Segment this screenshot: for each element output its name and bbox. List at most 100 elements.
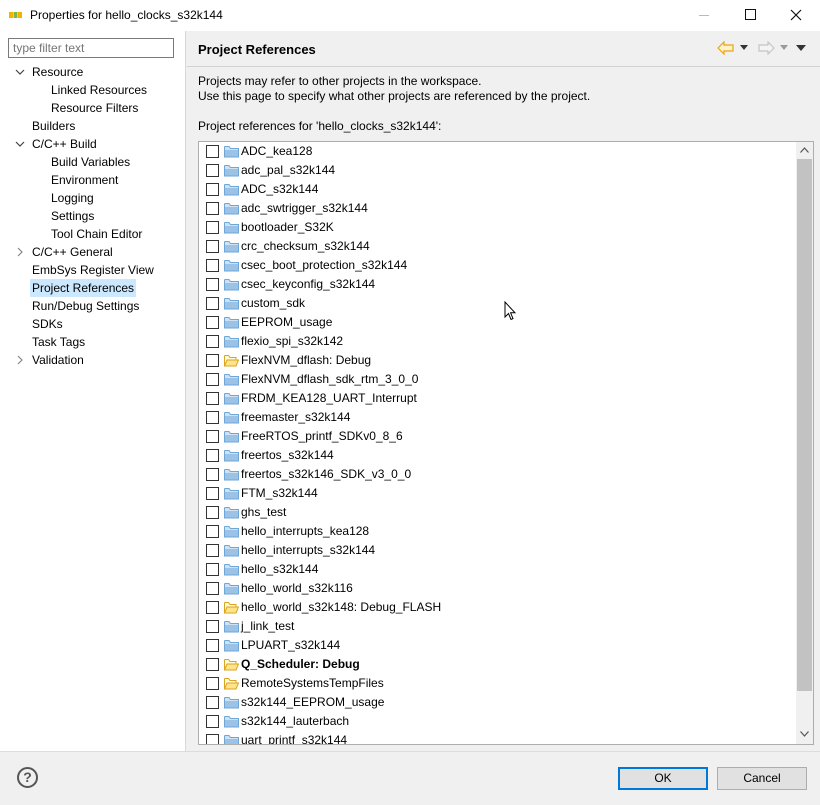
ok-button[interactable]: OK <box>618 767 708 790</box>
chevron-down-icon[interactable] <box>740 45 748 51</box>
list-item[interactable]: RemoteSystemsTempFiles <box>199 674 797 693</box>
list-item[interactable]: hello_interrupts_kea128 <box>199 522 797 541</box>
scroll-down-icon[interactable] <box>800 731 809 737</box>
scrollbar-thumb[interactable] <box>797 159 812 691</box>
list-item[interactable]: LPUART_s32k144 <box>199 636 797 655</box>
list-item[interactable]: FRDM_KEA128_UART_Interrupt <box>199 389 797 408</box>
help-icon[interactable]: ? <box>17 767 38 788</box>
project-checkbox[interactable] <box>206 715 219 728</box>
project-checkbox[interactable] <box>206 582 219 595</box>
project-checkbox[interactable] <box>206 164 219 177</box>
list-item[interactable]: crc_checksum_s32k144 <box>199 237 797 256</box>
sidebar-item-task-tags[interactable]: Task Tags <box>32 333 85 351</box>
project-checkbox[interactable] <box>206 487 219 500</box>
sidebar-item-logging[interactable]: Logging <box>51 189 94 207</box>
back-arrow-icon[interactable] <box>717 41 735 55</box>
list-item[interactable]: freertos_s32k144 <box>199 446 797 465</box>
sidebar-item-linked-resources[interactable]: Linked Resources <box>51 81 147 99</box>
project-checkbox[interactable] <box>206 392 219 405</box>
project-checkbox[interactable] <box>206 278 219 291</box>
list-item[interactable]: j_link_test <box>199 617 797 636</box>
list-item[interactable]: EEPROM_usage <box>199 313 797 332</box>
list-item[interactable]: FlexNVM_dflash_sdk_rtm_3_0_0 <box>199 370 797 389</box>
project-checkbox[interactable] <box>206 544 219 557</box>
list-item[interactable]: bootloader_S32K <box>199 218 797 237</box>
scroll-up-icon[interactable] <box>800 147 809 153</box>
close-button[interactable] <box>773 0 819 31</box>
chevron-down-icon[interactable] <box>15 67 25 77</box>
project-checkbox[interactable] <box>206 240 219 253</box>
project-checkbox[interactable] <box>206 335 219 348</box>
list-item[interactable]: FreeRTOS_printf_SDKv0_8_6 <box>199 427 797 446</box>
list-item[interactable]: uart_printf_s32k144 <box>199 731 797 744</box>
view-menu-icon[interactable] <box>796 45 806 52</box>
sidebar-item-tool-chain-editor[interactable]: Tool Chain Editor <box>51 225 142 243</box>
project-checkbox[interactable] <box>206 468 219 481</box>
list-item[interactable]: hello_interrupts_s32k144 <box>199 541 797 560</box>
project-checkbox[interactable] <box>206 202 219 215</box>
maximize-button[interactable] <box>727 0 773 31</box>
chevron-right-icon[interactable] <box>15 355 25 365</box>
project-checkbox[interactable] <box>206 411 219 424</box>
project-checkbox[interactable] <box>206 601 219 614</box>
chevron-right-icon[interactable] <box>15 247 25 257</box>
vertical-scrollbar[interactable] <box>796 142 813 744</box>
list-item[interactable]: s32k144_lauterbach <box>199 712 797 731</box>
chevron-down-icon[interactable] <box>15 139 25 149</box>
project-checkbox[interactable] <box>206 449 219 462</box>
list-item[interactable]: hello_world_s32k116 <box>199 579 797 598</box>
sidebar-item-validation[interactable]: Validation <box>32 351 84 369</box>
project-checkbox[interactable] <box>206 430 219 443</box>
list-item[interactable]: csec_boot_protection_s32k144 <box>199 256 797 275</box>
project-checkbox[interactable] <box>206 354 219 367</box>
list-item[interactable]: freertos_s32k146_SDK_v3_0_0 <box>199 465 797 484</box>
list-item[interactable]: adc_swtrigger_s32k144 <box>199 199 797 218</box>
list-item[interactable]: ghs_test <box>199 503 797 522</box>
sidebar-item-embsys-register-view[interactable]: EmbSys Register View <box>32 261 154 279</box>
list-item[interactable]: hello_world_s32k148: Debug_FLASH <box>199 598 797 617</box>
sidebar-item-resource-filters[interactable]: Resource Filters <box>51 99 138 117</box>
sidebar-item-settings[interactable]: Settings <box>51 207 94 225</box>
sidebar-item-resource[interactable]: Resource <box>32 63 83 81</box>
filter-input[interactable] <box>8 38 174 58</box>
sidebar-item-cpp-general[interactable]: C/C++ General <box>32 243 113 261</box>
project-checkbox[interactable] <box>206 734 219 744</box>
project-checkbox[interactable] <box>206 373 219 386</box>
list-item[interactable]: FTM_s32k144 <box>199 484 797 503</box>
project-checkbox[interactable] <box>206 677 219 690</box>
project-checkbox[interactable] <box>206 316 219 329</box>
sidebar-item-run-debug-settings[interactable]: Run/Debug Settings <box>32 297 139 315</box>
sidebar-item-builders[interactable]: Builders <box>32 117 75 135</box>
list-item[interactable]: hello_s32k144 <box>199 560 797 579</box>
list-item[interactable]: custom_sdk <box>199 294 797 313</box>
project-checkbox[interactable] <box>206 658 219 671</box>
project-checkbox[interactable] <box>206 297 219 310</box>
project-references-list[interactable]: ADC_kea128 adc_pal_s32k144 ADC_s32k144 adc_… <box>198 141 814 745</box>
project-checkbox[interactable] <box>206 183 219 196</box>
project-checkbox[interactable] <box>206 506 219 519</box>
project-checkbox[interactable] <box>206 639 219 652</box>
list-item[interactable]: Q_Scheduler: Debug <box>199 655 797 674</box>
sidebar-item-environment[interactable]: Environment <box>51 171 118 189</box>
project-checkbox[interactable] <box>206 696 219 709</box>
project-checkbox[interactable] <box>206 145 219 158</box>
project-checkbox[interactable] <box>206 525 219 538</box>
cancel-button[interactable]: Cancel <box>717 767 807 790</box>
project-checkbox[interactable] <box>206 259 219 272</box>
list-item[interactable]: ADC_s32k144 <box>199 180 797 199</box>
project-checkbox[interactable] <box>206 563 219 576</box>
list-item[interactable]: adc_pal_s32k144 <box>199 161 797 180</box>
list-item[interactable]: FlexNVM_dflash: Debug <box>199 351 797 370</box>
list-item[interactable]: freemaster_s32k144 <box>199 408 797 427</box>
list-item[interactable]: s32k144_EEPROM_usage <box>199 693 797 712</box>
list-item[interactable]: flexio_spi_s32k142 <box>199 332 797 351</box>
sidebar-item-build-variables[interactable]: Build Variables <box>51 153 130 171</box>
project-checkbox[interactable] <box>206 221 219 234</box>
list-item[interactable]: ADC_kea128 <box>199 142 797 161</box>
sidebar-item-cpp-build[interactable]: C/C++ Build <box>32 135 97 153</box>
list-item[interactable]: csec_keyconfig_s32k144 <box>199 275 797 294</box>
minimize-button[interactable] <box>681 0 727 31</box>
sidebar-item-sdks[interactable]: SDKs <box>32 315 63 333</box>
sidebar-item-project-references[interactable]: Project References <box>30 279 137 297</box>
project-checkbox[interactable] <box>206 620 219 633</box>
